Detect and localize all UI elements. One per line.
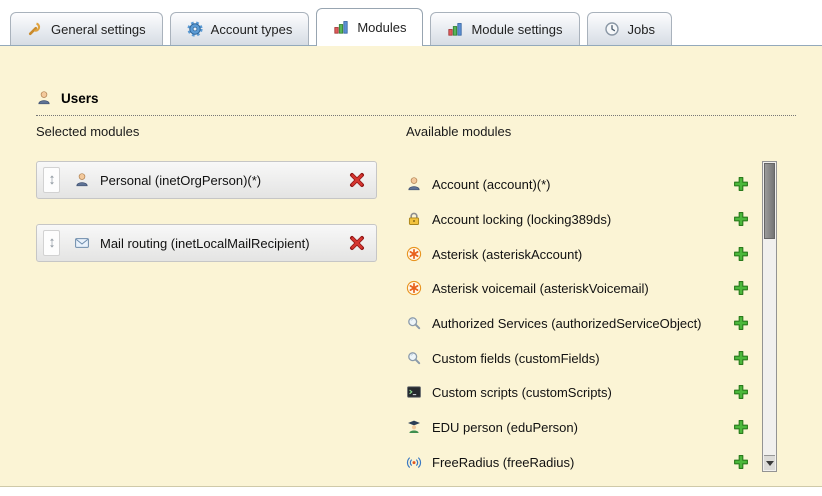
remove-module-button[interactable] (347, 233, 367, 253)
add-module-button[interactable] (732, 175, 750, 193)
user-icon (36, 90, 52, 106)
clock-icon (604, 21, 620, 37)
available-module-row: Account locking (locking389ds) (406, 202, 752, 236)
available-module-label: Authorized Services (authorizedServiceOb… (432, 316, 732, 331)
add-module-button[interactable] (732, 279, 750, 297)
available-module-label: Account locking (locking389ds) (432, 212, 732, 227)
tab-module-settings[interactable]: Module settings (430, 12, 579, 45)
selected-module-row: Mail routing (inetLocalMailRecipient) (36, 224, 377, 262)
magnifier-icon (406, 315, 422, 331)
section-title: Users (61, 91, 99, 106)
remove-module-button[interactable] (347, 170, 367, 190)
plus-icon (733, 280, 749, 296)
add-module-button[interactable] (732, 418, 750, 436)
tab-label: Account types (211, 22, 293, 37)
available-module-row: Account (account)(*) (406, 167, 752, 201)
available-module-row: Custom fields (customFields) (406, 341, 752, 375)
tab-jobs[interactable]: Jobs (587, 12, 672, 45)
selected-module-label: Mail routing (inetLocalMailRecipient) (100, 236, 347, 251)
content-panel: Users Selected modules Available modules… (0, 45, 822, 487)
drag-handle-icon[interactable] (43, 167, 60, 193)
chevron-down-icon (766, 461, 774, 466)
gear-icon (187, 21, 203, 37)
available-module-row: Asterisk (asteriskAccount) (406, 237, 752, 271)
tab-label: Module settings (471, 22, 562, 37)
available-module-label: Asterisk voicemail (asteriskVoicemail) (432, 281, 732, 296)
add-module-button[interactable] (732, 210, 750, 228)
tab-modules[interactable]: Modules (316, 8, 423, 46)
magnifier-icon (406, 350, 422, 366)
tab-label: Modules (357, 20, 406, 35)
available-module-row: Asterisk voicemail (asteriskVoicemail) (406, 271, 752, 305)
asterisk-icon (406, 280, 422, 296)
plus-icon (733, 315, 749, 331)
selected-module-row: Personal (inetOrgPerson)(*) (36, 161, 377, 199)
available-module-row: FreeRadius (freeRadius) (406, 445, 752, 479)
chart-icon (447, 21, 463, 37)
scrollbar[interactable] (762, 161, 777, 472)
tab-bar: General settings Account types Modules M… (10, 7, 672, 45)
available-module-row: Custom scripts (customScripts) (406, 375, 752, 409)
lam-config-page: General settings Account types Modules M… (0, 0, 822, 496)
plus-icon (733, 211, 749, 227)
available-module-row: EDU person (eduPerson) (406, 410, 752, 444)
available-module-label: Custom fields (customFields) (432, 351, 732, 366)
available-modules-heading: Available modules (406, 124, 511, 139)
selected-module-label: Personal (inetOrgPerson)(*) (100, 173, 347, 188)
plus-icon (733, 246, 749, 262)
add-module-button[interactable] (732, 453, 750, 471)
add-module-button[interactable] (732, 314, 750, 332)
tab-label: Jobs (628, 22, 655, 37)
available-module-label: Account (account)(*) (432, 177, 732, 192)
plus-icon (733, 350, 749, 366)
available-module-row: Authorized Services (authorizedServiceOb… (406, 306, 752, 340)
lock-icon (406, 211, 422, 227)
section-header-users: Users (36, 90, 796, 116)
edu-person-icon (406, 419, 422, 435)
tab-label: General settings (51, 22, 146, 37)
radio-icon (406, 454, 422, 470)
add-module-button[interactable] (732, 349, 750, 367)
delete-icon (349, 235, 365, 251)
available-module-label: FreeRadius (freeRadius) (432, 455, 732, 470)
selected-modules-heading: Selected modules (36, 124, 139, 139)
wrench-icon (27, 21, 43, 37)
add-module-button[interactable] (732, 383, 750, 401)
plus-icon (733, 176, 749, 192)
person-icon (406, 176, 422, 192)
plus-icon (733, 384, 749, 400)
scrollbar-thumb[interactable] (764, 163, 775, 239)
drag-handle-icon[interactable] (43, 230, 60, 256)
chart-icon (333, 19, 349, 35)
tab-account-types[interactable]: Account types (170, 12, 310, 45)
delete-icon (349, 172, 365, 188)
plus-icon (733, 419, 749, 435)
tab-general-settings[interactable]: General settings (10, 12, 163, 45)
terminal-icon (406, 384, 422, 400)
add-module-button[interactable] (732, 245, 750, 263)
person-icon (74, 172, 90, 188)
available-module-label: EDU person (eduPerson) (432, 420, 732, 435)
available-module-label: Asterisk (asteriskAccount) (432, 247, 732, 262)
scrollbar-down-button[interactable] (764, 455, 775, 470)
mail-icon (74, 235, 90, 251)
plus-icon (733, 454, 749, 470)
available-module-label: Custom scripts (customScripts) (432, 385, 732, 400)
asterisk-icon (406, 246, 422, 262)
